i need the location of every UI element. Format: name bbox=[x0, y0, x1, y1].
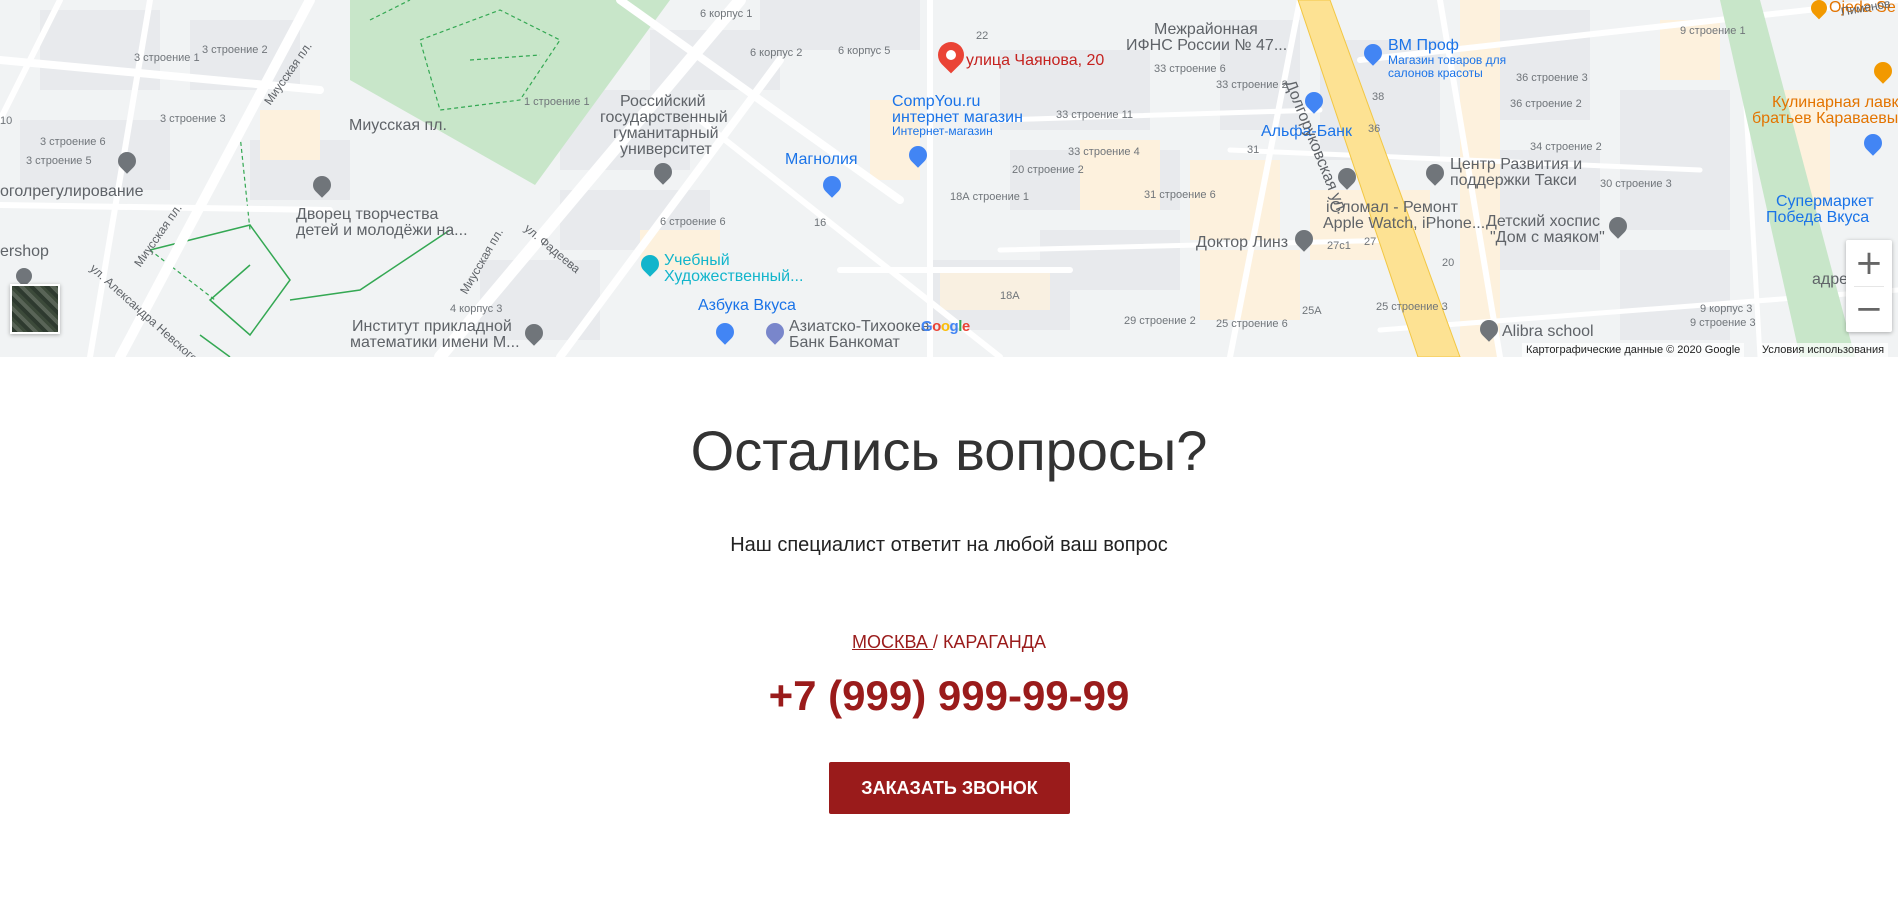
poi-label[interactable]: детей и молодёжи на... bbox=[296, 222, 468, 240]
building-number: 3 строение 3 bbox=[160, 113, 226, 125]
building-number: 36 строение 2 bbox=[1510, 98, 1582, 110]
page-title: Остались вопросы? bbox=[690, 419, 1208, 482]
city-moscow-link[interactable]: МОСКВА bbox=[852, 632, 933, 652]
building-number: 22 bbox=[976, 30, 989, 42]
building-number: 25 строение 6 bbox=[1216, 318, 1288, 330]
page-subtitle: Наш специалист ответит на любой ваш вопр… bbox=[730, 534, 1168, 556]
building-number: 10 bbox=[0, 115, 13, 127]
poi-label[interactable]: ИФНС России № 47... bbox=[1126, 37, 1287, 55]
poi-label[interactable]: ershop bbox=[0, 243, 49, 261]
poi-label: Интернет-магазин bbox=[892, 124, 993, 138]
building-number: 3 строение 6 bbox=[40, 136, 106, 148]
poi-label[interactable]: Азбука Вкуса bbox=[698, 297, 796, 315]
building-number: 9 корпус 3 bbox=[1700, 303, 1753, 315]
poi-label: Магазин товаров для bbox=[1388, 53, 1507, 67]
building-number: 16 bbox=[814, 217, 827, 229]
building-number: 36 bbox=[1368, 123, 1381, 135]
building-number: 27с1 bbox=[1327, 240, 1351, 252]
building-number: 31 строение 6 bbox=[1144, 189, 1216, 201]
poi-label[interactable]: оголрегулирование bbox=[0, 183, 144, 201]
poi-label[interactable]: Банк Банкомат bbox=[789, 334, 900, 352]
building-number: 29 строение 2 bbox=[1124, 315, 1196, 327]
google-logo-g: g bbox=[949, 318, 959, 335]
building-number: 25А bbox=[1302, 305, 1322, 317]
building-number: 20 строение 2 bbox=[1012, 164, 1084, 176]
building-number: 20 bbox=[1442, 257, 1455, 269]
poi-label[interactable]: Миусская пл. bbox=[349, 117, 447, 135]
poi-label[interactable]: Доктор Линз bbox=[1196, 234, 1288, 252]
map-attribution: Картографические данные © 2020 Google bbox=[1522, 343, 1745, 357]
building-number: 6 строение 6 bbox=[660, 216, 726, 228]
poi-label[interactable]: Alibra school bbox=[1502, 323, 1594, 341]
city-switcher: МОСКВА / КАРАГАНДА bbox=[0, 632, 1898, 653]
poi-label[interactable]: адре bbox=[1812, 271, 1848, 289]
building-number: 30 строение 3 bbox=[1600, 178, 1672, 190]
zoom-out-button[interactable]: − bbox=[1846, 286, 1892, 332]
building-number: 33 строение 4 bbox=[1068, 146, 1140, 158]
city-karaganda-link[interactable]: КАРАГАНДА bbox=[943, 632, 1046, 652]
building-number: 25 строение 3 bbox=[1376, 301, 1448, 313]
building-number: 3 строение 1 bbox=[134, 52, 200, 64]
zoom-control: + − bbox=[1846, 240, 1892, 332]
google-logo-e: e bbox=[961, 318, 970, 335]
building-number: 9 строение 1 bbox=[1680, 25, 1746, 37]
poi-label[interactable]: поддержки Такси bbox=[1450, 172, 1577, 190]
poi-label[interactable]: братьев Караваевы bbox=[1752, 110, 1898, 128]
satellite-layer-toggle[interactable] bbox=[10, 284, 60, 334]
building-number: 9 строение 3 bbox=[1690, 317, 1756, 329]
google-logo-g: G bbox=[921, 318, 933, 335]
google-logo: Google bbox=[921, 318, 970, 335]
building-number: 31 bbox=[1247, 144, 1260, 156]
poi-label[interactable]: Apple Watch, iPhone... bbox=[1323, 215, 1485, 233]
poi-label: салонов красоты bbox=[1388, 66, 1483, 80]
building-number: 27 bbox=[1364, 236, 1377, 248]
building-number: 6 корпус 1 bbox=[700, 8, 753, 20]
map[interactable]: улица Чаянова, 20 Межрайонная ИФНС Росси… bbox=[0, 0, 1898, 357]
poi-label[interactable]: Победа Вкуса bbox=[1766, 209, 1869, 227]
building-number: 4 корпус 3 bbox=[450, 303, 503, 315]
building-number: 36 строение 3 bbox=[1516, 72, 1588, 84]
poi-label[interactable]: улица Чаянова, 20 bbox=[966, 52, 1104, 70]
phone-number[interactable]: +7 (999) 999-99-99 bbox=[0, 672, 1898, 720]
building-number: 3 строение 5 bbox=[26, 155, 92, 167]
building-number: 18А bbox=[1000, 290, 1020, 302]
poi-label[interactable]: математики имени М... bbox=[350, 334, 520, 352]
building-number: 38 bbox=[1372, 91, 1385, 103]
terms-link[interactable]: Условия использования bbox=[1758, 343, 1889, 357]
building-number: 34 строение 2 bbox=[1530, 141, 1602, 153]
building-number: 3 строение 2 bbox=[202, 44, 268, 56]
zoom-in-button[interactable]: + bbox=[1846, 240, 1892, 286]
city-separator: / bbox=[932, 632, 943, 652]
building-number: 6 корпус 5 bbox=[838, 45, 891, 57]
google-logo-o: o bbox=[932, 318, 941, 335]
building-number: 1 строение 1 bbox=[524, 96, 590, 108]
google-logo-o: o bbox=[940, 318, 950, 335]
poi-label[interactable]: университет bbox=[620, 141, 712, 159]
building-number: 33 строение 6 bbox=[1154, 63, 1226, 75]
poi-label[interactable]: Магнолия bbox=[785, 151, 858, 169]
building-number: 6 корпус 2 bbox=[750, 47, 803, 59]
building-number: 33 строение 2 bbox=[1216, 79, 1288, 91]
building-number: 33 строение 11 bbox=[1056, 109, 1133, 121]
poi-label[interactable]: Художественный... bbox=[664, 268, 803, 286]
poi-label[interactable]: "Дом с маяком" bbox=[1490, 229, 1605, 247]
building-number: 18А строение 1 bbox=[950, 191, 1030, 203]
order-call-button[interactable]: ЗАКАЗАТЬ ЗВОНОК bbox=[829, 762, 1070, 814]
